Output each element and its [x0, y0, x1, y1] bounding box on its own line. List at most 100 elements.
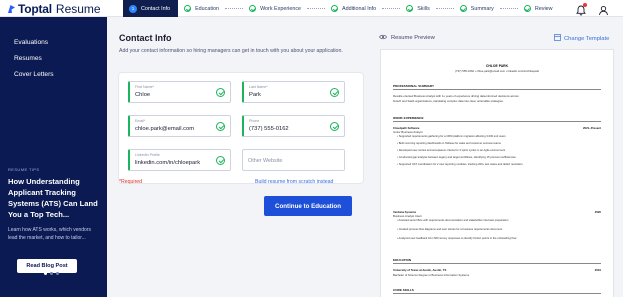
last-name-field[interactable]: Last Name* Park — [242, 81, 345, 103]
brand-product: Resume — [55, 1, 101, 16]
check-circle-icon — [330, 88, 339, 97]
check-circle-icon — [330, 122, 339, 131]
job-bullet: Conducted gap analysis between legacy an… — [397, 156, 595, 160]
brand-name: Toptal — [18, 1, 52, 16]
step-divider — [499, 8, 518, 9]
sidebar-item-evaluations[interactable]: Evaluations — [14, 39, 54, 55]
read-blog-post-button[interactable]: Read Blog Post — [17, 259, 77, 273]
job-bullet: Supported requirements gathering for a C… — [397, 135, 595, 139]
job-role: Business Analyst Intern — [393, 214, 423, 218]
resume-education-heading: EDUCATION — [393, 258, 412, 262]
step-work-experience[interactable]: Work Experience — [243, 0, 326, 17]
step-label: Review — [534, 5, 553, 12]
job-bullet: Developed user stories and acceptance cr… — [397, 149, 595, 153]
field-value: Park — [249, 92, 261, 98]
field-value: (737) 555-0162 — [249, 126, 289, 132]
resume-preview-label: Resume Preview — [391, 35, 435, 41]
step-summary[interactable]: Summary — [454, 0, 518, 17]
step-additional-info[interactable]: Additional Info — [325, 0, 401, 17]
first-name-field[interactable]: First Name* Chloe — [128, 81, 231, 103]
section-divider — [393, 121, 601, 122]
resume-preview-panel: Resume Preview Change Template CHLOE PAR… — [369, 17, 623, 297]
page-title: Contact Info — [119, 33, 172, 43]
field-placeholder: Other Website — [248, 158, 283, 164]
resume-document: CHLOE PARK (737) 555-0162 • chloe.park@e… — [381, 50, 613, 297]
step-number: 1 — [129, 4, 137, 13]
bell-icon[interactable] — [576, 3, 587, 16]
step-education[interactable]: Education — [178, 0, 244, 17]
resume-school-dates: 2019 — [594, 268, 601, 272]
step-divider — [307, 8, 326, 9]
step-label: Additional Info — [342, 5, 377, 12]
resume-work-heading: WORK EXPERIENCE — [393, 116, 424, 120]
eye-icon — [379, 34, 387, 42]
step-label: Contact Info — [141, 5, 171, 12]
check-circle-icon — [406, 5, 414, 12]
step-divider — [225, 8, 244, 9]
resume-name: CHLOE PARK — [485, 64, 509, 68]
promo-headline: How Understanding Applicant Tracking Sys… — [8, 177, 98, 219]
resume-degree: Bachelor of Science Degree in Business I… — [393, 273, 470, 277]
page-subtitle: Add your contact information so hiring m… — [119, 48, 343, 54]
step-contact-info[interactable]: 1 Contact Info — [123, 0, 179, 17]
step-skills[interactable]: Skills — [400, 0, 454, 17]
section-divider — [393, 89, 601, 90]
job-bullet: Analyzed user feedback from 500 survey r… — [397, 237, 595, 241]
job-dates: 2020 — [594, 210, 601, 214]
contact-form-card: First Name* Chloe Last Name* Park Email*… — [119, 73, 363, 183]
build-from-scratch-link[interactable]: Build resume from scratch instead — [255, 179, 333, 185]
check-circle-icon — [459, 5, 467, 12]
job-dates: 2021–Present — [582, 126, 601, 130]
field-label: LinkedIn Profile — [135, 153, 160, 157]
change-template-label: Change Template — [564, 35, 610, 42]
step-label: Work Experience — [260, 5, 302, 12]
email-field[interactable]: Email* chloe.park@email.com — [128, 115, 231, 137]
resume-school: University of Texas at Austin, Austin, T… — [393, 268, 447, 272]
job-bullet: Assisted senior BAs with requirements do… — [397, 219, 595, 223]
sidebar: Evaluations Resumes Cover Letters RESUME… — [0, 17, 107, 297]
job-bullet: Created process flow diagrams and user s… — [397, 228, 595, 232]
check-circle-icon — [216, 156, 225, 165]
field-value: chloe.park@email.com — [135, 126, 195, 132]
linkedin-field[interactable]: LinkedIn Profile linkedin.com/in/chloepa… — [128, 149, 231, 171]
check-circle-icon — [523, 5, 531, 12]
template-icon — [554, 34, 561, 43]
carousel-dot[interactable] — [44, 272, 47, 275]
check-circle-icon — [216, 88, 225, 97]
toptal-logo-icon — [6, 4, 16, 14]
step-divider — [382, 8, 401, 9]
other-website-field[interactable]: Other Website — [242, 149, 345, 171]
step-label: Education — [195, 5, 220, 12]
change-template-button[interactable]: Change Template — [554, 34, 609, 43]
notification-dot — [583, 3, 587, 7]
carousel-dot[interactable] — [50, 272, 53, 275]
check-circle-icon — [184, 5, 192, 12]
check-circle-icon — [249, 5, 257, 12]
progress-steps: 1 Contact Info Education Work Experience… — [123, 0, 553, 17]
field-label: First Name* — [135, 85, 154, 89]
carousel-dot[interactable] — [56, 272, 59, 275]
logo[interactable]: Toptal Resume — [6, 1, 101, 16]
sidebar-item-resumes[interactable]: Resumes — [14, 55, 54, 71]
user-icon[interactable] — [598, 3, 609, 16]
section-divider — [393, 293, 601, 294]
carousel-dots — [44, 272, 59, 275]
contact-form-panel: Contact Info Add your contact informatio… — [107, 17, 369, 297]
field-label: Email* — [135, 119, 146, 123]
phone-field[interactable]: Phone (737) 555-0162 — [242, 115, 345, 137]
sidebar-item-cover-letters[interactable]: Cover Letters — [14, 71, 54, 87]
sidebar-nav: Evaluations Resumes Cover Letters — [14, 39, 54, 87]
top-bar: Toptal Resume 1 Contact Info Education W… — [0, 0, 623, 17]
section-divider — [393, 263, 601, 264]
check-circle-icon — [216, 122, 225, 131]
resume-summary-line: fintech and SaaS organizations, translat… — [393, 99, 504, 103]
blog-promo: RESUME TIPS How Understanding Applicant … — [8, 167, 98, 283]
field-label: Last Name* — [249, 85, 268, 89]
promo-body: Learn how ATS works, which vendors lead … — [8, 227, 92, 241]
resume-summary-heading: PROFESSIONAL SUMMARY — [393, 84, 435, 88]
continue-to-education-button[interactable]: Continue to Education — [264, 196, 352, 216]
resume-contact: (737) 555-0162 • chloe.park@email.com • … — [454, 69, 540, 73]
step-review[interactable]: Review — [518, 0, 553, 17]
field-value: Chloe — [135, 92, 151, 98]
resume-skills-heading: CORE SKILLS — [393, 288, 414, 292]
